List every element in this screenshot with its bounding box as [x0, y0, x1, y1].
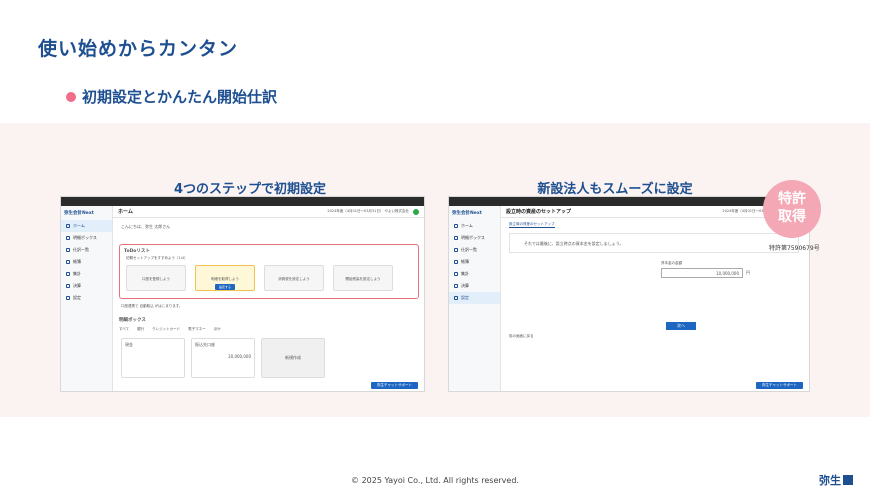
step-4[interactable]: 開始残高を設定しよう	[333, 265, 393, 291]
capital-label: 資本金の金額	[661, 261, 682, 265]
chart-icon	[66, 272, 70, 276]
tab-setup[interactable]: 設立時の資産のセットアップ	[509, 222, 555, 228]
card-new[interactable]: 新規作成	[261, 338, 325, 378]
card-cash[interactable]: 現金	[121, 338, 185, 378]
right-screenshot: 弥生会計Next ホーム 明細ボックス 仕訳一覧 帳簿 集計 決算 設定 設立時…	[448, 196, 810, 392]
brand-logo: 弥生	[819, 472, 853, 488]
right-header-title: 設立時の資産のセットアップ	[506, 209, 572, 215]
page-title: 使い始めからカンタン	[38, 38, 239, 60]
r-sidebar-item-detail[interactable]: 明細ボックス	[449, 232, 500, 244]
home-icon	[454, 224, 458, 228]
card-account[interactable]: 振込先口座 20,000,000	[191, 338, 255, 378]
avatar[interactable]	[413, 208, 419, 215]
left-caption: 4つのステップで初期設定	[173, 182, 327, 197]
sidebar-item-closing[interactable]: 決算	[61, 280, 112, 292]
left-main: ホーム 2024年度（4月01日〜03月31日） やよい株式会社 こんにちは、弥…	[113, 206, 424, 391]
left-header: ホーム 2024年度（4月01日〜03月31日） やよい株式会社	[113, 206, 424, 218]
capital-input[interactable]: 10,000,000	[661, 268, 743, 278]
gear-icon	[66, 296, 70, 300]
header-meta: 2024年度（4月01日〜03月31日） やよい株式会社	[327, 209, 409, 213]
step-3[interactable]: 消費税を設定しよう	[264, 265, 324, 291]
chat-support-button-right[interactable]: 弥生チャットサポート	[756, 382, 803, 389]
greeting: こんにちは、弥生 太郎さん	[121, 224, 171, 229]
tab-card[interactable]: クレジットカード	[152, 327, 180, 332]
sidebar-item-journal[interactable]: 仕訳一覧	[61, 244, 112, 256]
sidebar-item-home[interactable]: ホーム	[61, 220, 112, 232]
unit-label: 円	[746, 270, 750, 275]
next-button[interactable]: 次へ	[666, 322, 696, 330]
tab-bank[interactable]: 銀行	[137, 327, 144, 332]
r-sidebar-item-books[interactable]: 帳簿	[449, 256, 500, 268]
r-sidebar-item-settings[interactable]: 設定	[449, 292, 500, 304]
subtitle-text: 初期設定とかんたん開始仕訳	[82, 88, 278, 106]
r-sidebar-item-home[interactable]: ホーム	[449, 220, 500, 232]
todo-panel: ToDoリスト 初期セットアップをすすめよう（1/4） 口座を登録しよう 明細を…	[119, 244, 419, 299]
sidebar-item-detail[interactable]: 明細ボックス	[61, 232, 112, 244]
detail-tabs: すべて 銀行 クレジットカード 電子マネー ほか	[119, 327, 221, 332]
detail-title: 明細ボックス	[119, 318, 146, 323]
right-main: 設立時の資産のセットアップ 2024年度（4月01日〜03月31日） やよい株式…	[501, 206, 809, 391]
notice: 口座連携で 自動取込 がはじまります。	[121, 304, 183, 308]
book-icon	[66, 260, 70, 264]
home-icon	[66, 224, 70, 228]
app-logo: 弥生会計Next	[64, 211, 94, 216]
box-icon	[66, 236, 70, 240]
step-set-button[interactable]: 設定する	[214, 284, 235, 290]
app-logo-right: 弥生会計Next	[452, 211, 482, 216]
browser-bar-right	[449, 197, 809, 206]
gear-icon	[454, 296, 458, 300]
left-screenshot: 弥生会計Next ホーム 明細ボックス 仕訳一覧 帳簿 集計 決算 設定 ホーム…	[60, 196, 425, 392]
message-box: それでは最後に、設立時点の資本金を設定しましょう。	[509, 233, 799, 253]
doc-icon	[66, 284, 70, 288]
browser-bar	[61, 197, 424, 206]
patent-badge: 特許 取得	[763, 180, 821, 238]
left-sidebar: 弥生会計Next ホーム 明細ボックス 仕訳一覧 帳簿 集計 決算 設定	[61, 206, 113, 391]
tab-other[interactable]: ほか	[214, 327, 221, 332]
step-2[interactable]: 明細を取得しよう 設定する	[195, 265, 255, 291]
sidebar-item-summary[interactable]: 集計	[61, 268, 112, 280]
step-1[interactable]: 口座を登録しよう	[126, 265, 186, 291]
sidebar-item-books[interactable]: 帳簿	[61, 256, 112, 268]
tab-emoney[interactable]: 電子マネー	[188, 327, 206, 332]
box-icon	[454, 236, 458, 240]
copyright: © 2025 Yayoi Co., Ltd. All rights reserv…	[351, 476, 519, 485]
r-sidebar-item-closing[interactable]: 決算	[449, 280, 500, 292]
r-sidebar-item-summary[interactable]: 集計	[449, 268, 500, 280]
right-sidebar: 弥生会計Next ホーム 明細ボックス 仕訳一覧 帳簿 集計 決算 設定	[449, 206, 501, 391]
book-icon	[454, 260, 458, 264]
logo-icon	[843, 475, 853, 485]
doc-icon	[454, 284, 458, 288]
todo-title: ToDoリスト	[124, 249, 150, 254]
back-link[interactable]: 前の画面に戻る	[509, 334, 534, 339]
list-icon	[66, 248, 70, 252]
page-subtitle: 初期設定とかんたん開始仕訳	[66, 86, 277, 107]
list-icon	[454, 248, 458, 252]
patent-number: 特許第7590679号	[769, 245, 820, 252]
chart-icon	[454, 272, 458, 276]
tab-all[interactable]: すべて	[119, 327, 129, 332]
right-caption: 新設法人もスムーズに設定	[537, 182, 693, 197]
sidebar-item-settings[interactable]: 設定	[61, 292, 112, 304]
r-sidebar-item-journal[interactable]: 仕訳一覧	[449, 244, 500, 256]
header-title: ホーム	[118, 209, 133, 215]
todo-sub: 初期セットアップをすすめよう（1/4）	[126, 256, 188, 260]
chat-support-button[interactable]: 弥生チャットサポート	[371, 382, 418, 389]
